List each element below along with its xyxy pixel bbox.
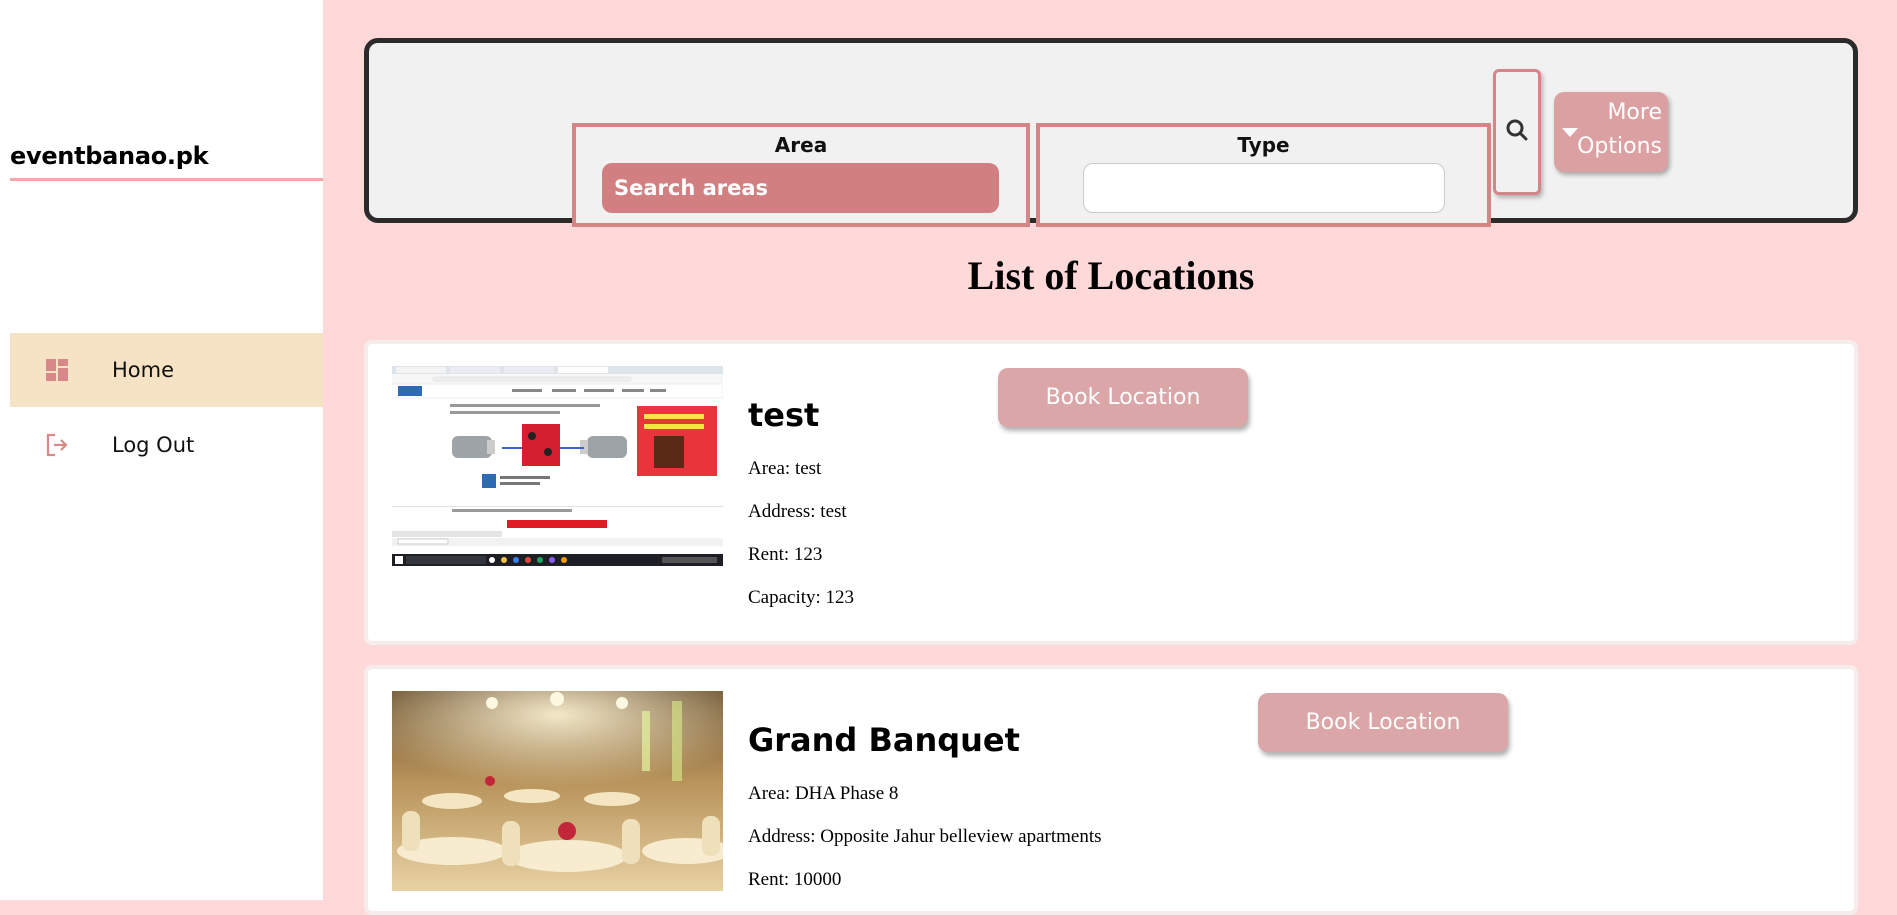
- dashboard-icon: [44, 357, 70, 383]
- more-options-button[interactable]: More Options: [1554, 92, 1668, 172]
- type-input[interactable]: [1083, 163, 1445, 213]
- type-label: Type: [1237, 133, 1290, 157]
- location-address: Address: Opposite Jahur belleview apartm…: [748, 826, 1102, 847]
- location-name: Grand Banquet: [748, 721, 1020, 759]
- sidebar-item-logout[interactable]: Log Out: [10, 408, 323, 482]
- more-options-label-2: Options: [1577, 134, 1662, 159]
- brand-logo[interactable]: eventbanao.pk: [10, 142, 323, 181]
- caret-down-icon: [1562, 128, 1578, 137]
- location-name: test: [748, 396, 820, 434]
- location-capacity: Capacity: 123: [748, 587, 855, 608]
- location-area: Area: test: [748, 458, 822, 479]
- sidebar-item-label: Log Out: [112, 433, 195, 457]
- type-filter: Type: [1036, 123, 1491, 227]
- book-location-button[interactable]: Book Location: [1258, 693, 1508, 752]
- area-search-input[interactable]: [602, 163, 999, 213]
- sidebar-item-label: Home: [112, 358, 175, 382]
- logout-icon: [44, 432, 70, 458]
- location-card: Grand Banquet Area: DHA Phase 8 Address:…: [364, 665, 1858, 915]
- location-image[interactable]: [392, 691, 723, 891]
- more-options-label-1: More: [1607, 100, 1662, 125]
- location-rent: Rent: 123: [748, 544, 823, 565]
- area-filter: Area: [572, 123, 1030, 227]
- book-location-button[interactable]: Book Location: [998, 368, 1248, 427]
- location-card: test Area: test Address: test Rent: 123 …: [364, 340, 1858, 645]
- location-address: Address: test: [748, 501, 847, 522]
- page-title: List of Locations: [967, 253, 1255, 298]
- sidebar-item-home[interactable]: Home: [10, 333, 323, 407]
- search-icon: [1505, 118, 1529, 147]
- sidebar: eventbanao.pk Home Log Out: [0, 0, 323, 900]
- location-image[interactable]: [392, 366, 723, 566]
- location-rent: Rent: 10000: [748, 869, 842, 890]
- area-label: Area: [774, 133, 828, 157]
- location-area: Area: DHA Phase 8: [748, 783, 899, 804]
- search-button[interactable]: [1493, 69, 1541, 195]
